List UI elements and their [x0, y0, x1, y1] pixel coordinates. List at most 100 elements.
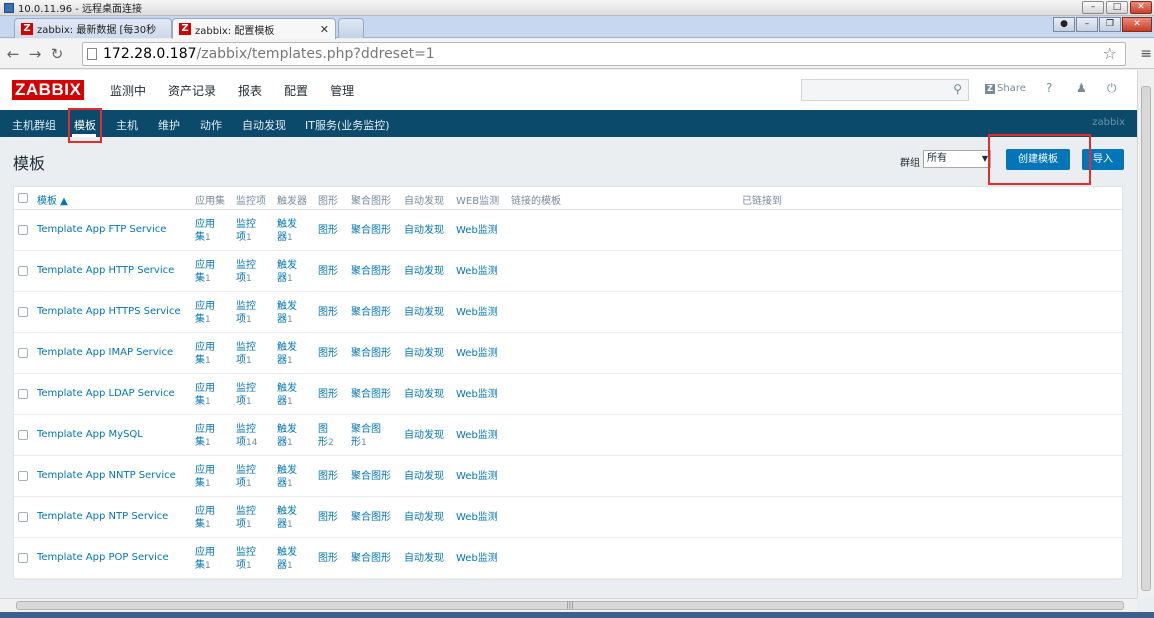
reload-icon[interactable]: ↻: [48, 45, 66, 63]
items-link[interactable]: 监控 项1: [236, 218, 256, 245]
graphs-link[interactable]: 图形2: [318, 423, 334, 450]
discovery-link[interactable]: 自动发现: [404, 429, 444, 442]
screens-link[interactable]: 聚合图形: [351, 388, 391, 401]
template-name-link[interactable]: Template App NNTP Service: [37, 470, 176, 481]
triggers-link[interactable]: 触发 器1: [277, 382, 297, 409]
discovery-link[interactable]: 自动发现: [404, 511, 444, 524]
web-link[interactable]: Web监测: [456, 347, 498, 360]
graphs-link[interactable]: 图形: [318, 224, 338, 237]
search-icon[interactable]: ⚲: [953, 82, 962, 96]
graphs-link[interactable]: 图形: [318, 347, 338, 360]
items-link[interactable]: 监控 项1: [236, 341, 256, 368]
row-checkbox[interactable]: [18, 348, 28, 358]
triggers-link[interactable]: 触发 器1: [277, 259, 297, 286]
subnav-hosts[interactable]: 主机: [116, 117, 138, 133]
row-checkbox[interactable]: [18, 553, 28, 563]
screens-link[interactable]: 聚合图形: [351, 511, 391, 524]
applications-link[interactable]: 应用 集1: [195, 546, 215, 573]
web-link[interactable]: Web监测: [456, 552, 498, 565]
browser-tab-templates[interactable]: Z zabbix: 配置模板 ✕: [172, 18, 336, 39]
items-link[interactable]: 监控 项1: [236, 464, 256, 491]
browser-tab-latest-data[interactable]: Z zabbix: 最新数据 [每30秒: [14, 18, 172, 38]
screens-link[interactable]: 聚合图形: [351, 265, 391, 278]
applications-link[interactable]: 应用 集1: [195, 259, 215, 286]
applications-link[interactable]: 应用 集1: [195, 341, 215, 368]
discovery-link[interactable]: 自动发现: [404, 388, 444, 401]
web-link[interactable]: Web监测: [456, 224, 498, 237]
menu-monitoring[interactable]: 监测中: [110, 82, 146, 99]
subnav-host-groups[interactable]: 主机群组: [12, 117, 56, 133]
graphs-link[interactable]: 图形: [318, 511, 338, 524]
template-name-link[interactable]: Template App FTP Service: [37, 224, 166, 235]
applications-link[interactable]: 应用 集1: [195, 464, 215, 491]
help-icon[interactable]: ?: [1046, 81, 1052, 95]
graphs-link[interactable]: 图形: [318, 470, 338, 483]
bookmark-star-icon[interactable]: ☆: [1103, 44, 1117, 63]
user-icon[interactable]: ●: [1053, 17, 1075, 32]
new-tab-button[interactable]: [338, 18, 364, 38]
row-checkbox[interactable]: [18, 512, 28, 522]
browser-menu-icon[interactable]: ≡: [1140, 46, 1152, 62]
row-checkbox[interactable]: [18, 225, 28, 235]
items-link[interactable]: 监控 项14: [236, 423, 257, 450]
discovery-link[interactable]: 自动发现: [404, 552, 444, 565]
select-all-checkbox[interactable]: [18, 193, 28, 203]
web-link[interactable]: Web监测: [456, 429, 498, 442]
screens-link[interactable]: 聚合图形: [351, 306, 391, 319]
triggers-link[interactable]: 触发 器1: [277, 546, 297, 573]
screens-link[interactable]: 聚合图形: [351, 470, 391, 483]
graphs-link[interactable]: 图形: [318, 265, 338, 278]
web-link[interactable]: Web监测: [456, 388, 498, 401]
discovery-link[interactable]: 自动发现: [404, 347, 444, 360]
template-name-link[interactable]: Template App HTTP Service: [37, 265, 174, 276]
triggers-link[interactable]: 触发 器1: [277, 341, 297, 368]
triggers-link[interactable]: 触发 器1: [277, 218, 297, 245]
web-link[interactable]: Web监测: [456, 470, 498, 483]
screens-link[interactable]: 聚合图形: [351, 224, 391, 237]
horizontal-scrollbar[interactable]: |||: [0, 598, 1137, 612]
items-link[interactable]: 监控 项1: [236, 505, 256, 532]
applications-link[interactable]: 应用 集1: [195, 423, 215, 450]
template-name-link[interactable]: Template App LDAP Service: [37, 388, 175, 399]
template-name-link[interactable]: Template App IMAP Service: [37, 347, 173, 358]
forward-arrow-icon[interactable]: →: [26, 45, 44, 63]
search-input[interactable]: ⚲: [801, 79, 969, 101]
row-checkbox[interactable]: [18, 471, 28, 481]
back-arrow-icon[interactable]: ←: [4, 45, 22, 63]
horizontal-scroll-thumb[interactable]: |||: [16, 601, 1124, 610]
web-link[interactable]: Web监测: [456, 265, 498, 278]
minimize-button[interactable]: –: [1076, 17, 1098, 32]
row-checkbox[interactable]: [18, 389, 28, 399]
subnav-discovery[interactable]: 自动发现: [242, 117, 286, 133]
applications-link[interactable]: 应用 集1: [195, 218, 215, 245]
share-button[interactable]: Z Share: [985, 83, 1026, 94]
triggers-link[interactable]: 触发 器1: [277, 300, 297, 327]
window-close-button[interactable]: ✕: [1122, 17, 1152, 32]
row-checkbox[interactable]: [18, 266, 28, 276]
address-bar[interactable]: 172.28.0.187 /zabbix/templates.php?ddres…: [82, 42, 1126, 66]
rdp-restore-button[interactable]: □: [1106, 1, 1128, 14]
row-checkbox[interactable]: [18, 430, 28, 440]
triggers-link[interactable]: 触发 器1: [277, 464, 297, 491]
discovery-link[interactable]: 自动发现: [404, 265, 444, 278]
row-checkbox[interactable]: [18, 307, 28, 317]
group-select[interactable]: 所有 ▼: [923, 150, 991, 168]
col-name[interactable]: 模板 ▲: [37, 192, 68, 207]
restore-button[interactable]: ❐: [1099, 17, 1121, 32]
rdp-minimize-button[interactable]: –: [1082, 1, 1104, 14]
subnav-maintenance[interactable]: 维护: [158, 117, 180, 133]
applications-link[interactable]: 应用 集1: [195, 382, 215, 409]
vertical-scroll-thumb[interactable]: [1141, 86, 1151, 591]
web-link[interactable]: Web监测: [456, 306, 498, 319]
subnav-it-services[interactable]: IT服务(业务监控): [305, 117, 390, 133]
web-link[interactable]: Web监测: [456, 511, 498, 524]
items-link[interactable]: 监控 项1: [236, 300, 256, 327]
zabbix-logo[interactable]: ZABBIX: [12, 80, 85, 100]
menu-configuration[interactable]: 配置: [284, 82, 308, 99]
template-name-link[interactable]: Template App HTTPS Service: [37, 306, 181, 317]
graphs-link[interactable]: 图形: [318, 388, 338, 401]
items-link[interactable]: 监控 项1: [236, 382, 256, 409]
discovery-link[interactable]: 自动发现: [404, 306, 444, 319]
screens-link[interactable]: 聚合图形: [351, 347, 391, 360]
triggers-link[interactable]: 触发 器1: [277, 505, 297, 532]
